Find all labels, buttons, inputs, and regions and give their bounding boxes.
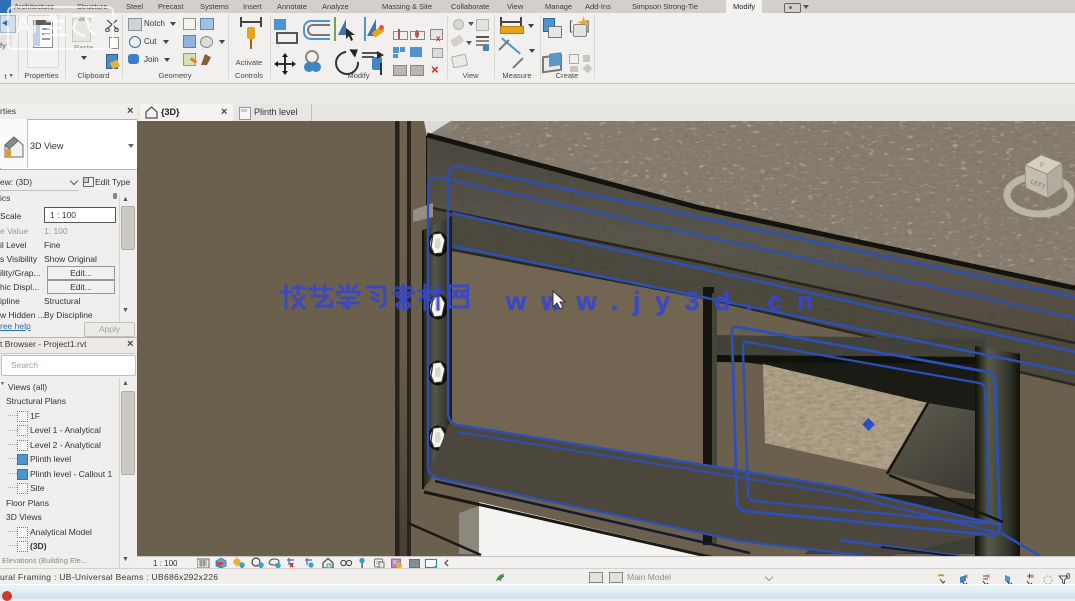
svg-text:P: P: [1040, 162, 1044, 169]
svg-text:x: x: [987, 574, 990, 580]
svg-text:www.jy3d.cn: www.jy3d.cn: [505, 286, 813, 316]
svg-text:x: x: [1031, 574, 1034, 580]
svg-text:x: x: [965, 574, 968, 580]
